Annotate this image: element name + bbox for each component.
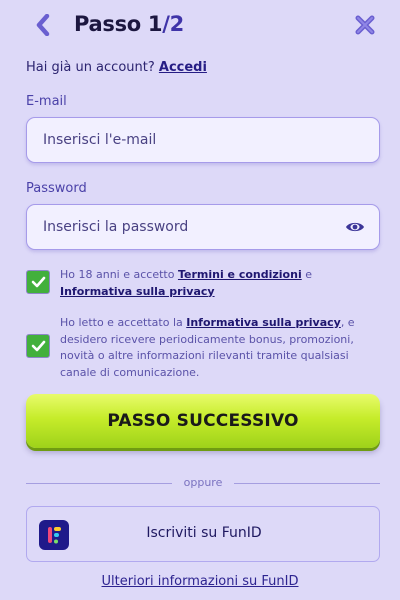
close-icon <box>355 15 375 35</box>
marketing-text-a: Ho letto e accettato la <box>60 316 187 329</box>
header: Passo 1/2 <box>0 0 400 52</box>
marketing-privacy-link[interactable]: Informativa sulla privacy <box>186 316 341 329</box>
title-step-total: /2 <box>162 12 184 36</box>
login-link[interactable]: Accedi <box>159 60 207 75</box>
divider-line-right <box>234 483 380 484</box>
email-field[interactable] <box>43 118 333 162</box>
funid-more-info-link[interactable]: Ulteriori informazioni su FunID <box>0 574 400 589</box>
password-field[interactable] <box>43 205 333 249</box>
check-icon <box>31 276 45 288</box>
check-icon <box>31 340 45 352</box>
email-label: E-mail <box>26 94 67 109</box>
next-step-button[interactable]: PASSO SUCCESSIVO <box>26 394 380 448</box>
funid-signup-button[interactable]: Iscriviti su FunID <box>26 506 380 562</box>
terms-link[interactable]: Termini e condizioni <box>178 268 302 281</box>
marketing-consent-text: Ho letto e accettato la Informativa sull… <box>60 315 378 381</box>
marketing-checkbox[interactable] <box>26 334 50 358</box>
or-divider: oppure <box>26 476 380 490</box>
title-step: Passo 1 <box>74 12 163 36</box>
terms-consent-text: Ho 18 anni e accetto Termini e condizion… <box>60 267 378 300</box>
terms-text-a: Ho 18 anni e accetto <box>60 268 178 281</box>
close-button[interactable] <box>354 14 376 36</box>
privacy-link[interactable]: Informativa sulla privacy <box>60 285 215 298</box>
login-question: Hai già un account? <box>26 60 159 75</box>
next-step-label: PASSO SUCCESSIVO <box>107 411 299 431</box>
login-prompt: Hai già un account? Accedi <box>26 60 207 75</box>
terms-checkbox[interactable] <box>26 270 50 294</box>
email-field-box[interactable] <box>26 117 380 163</box>
funid-signup-label: Iscriviti su FunID <box>146 525 262 541</box>
page-title: Passo 1/2 <box>74 12 184 36</box>
eye-icon[interactable] <box>345 220 365 234</box>
password-label: Password <box>26 181 87 196</box>
back-button[interactable] <box>30 12 56 38</box>
chevron-left-icon <box>36 14 50 36</box>
password-field-box[interactable] <box>26 204 380 250</box>
terms-text-b: e <box>301 268 312 281</box>
